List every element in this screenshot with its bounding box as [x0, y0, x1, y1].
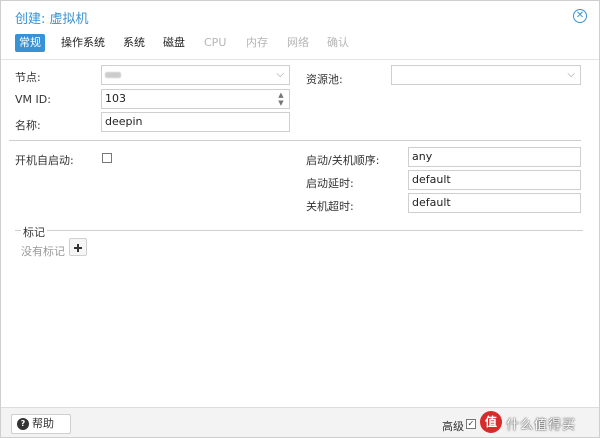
startup-delay-value: default — [412, 173, 451, 186]
tab-cpu[interactable]: CPU — [200, 34, 230, 52]
tab-general[interactable]: 常规 — [15, 34, 45, 52]
help-label: 帮助 — [32, 417, 54, 430]
vmid-field[interactable]: 103 ▲ ▼ — [101, 89, 290, 109]
vmid-label: VM ID: — [15, 93, 51, 106]
tags-empty-text: 没有标记 — [21, 245, 65, 258]
watermark-text: 什么值得买 — [506, 418, 577, 433]
shutdown-timeout-value: default — [412, 196, 451, 209]
shutdown-timeout-field[interactable]: default — [408, 193, 581, 213]
help-button[interactable]: ? 帮助 — [11, 414, 71, 434]
shutdown-timeout-label: 关机超时: — [306, 200, 354, 213]
name-field[interactable]: deepin — [101, 112, 290, 132]
tabs-divider — [1, 59, 599, 60]
pool-select[interactable]: ⌵ — [391, 65, 581, 85]
tab-os[interactable]: 操作系统 — [57, 34, 109, 52]
vmid-value: 103 — [105, 92, 126, 105]
tags-fieldset: 标记 没有标记 — [15, 224, 583, 262]
spinner-icon[interactable]: ▲ ▼ — [277, 91, 285, 107]
advanced-checkbox[interactable]: ✓ — [466, 419, 476, 429]
name-label: 名称: — [15, 119, 41, 132]
watermark-logo: 值 — [480, 411, 502, 433]
tab-confirm[interactable]: 确认 — [323, 34, 353, 52]
node-label: 节点: — [15, 71, 41, 84]
startup-order-field[interactable]: any — [408, 147, 581, 167]
plus-icon[interactable] — [69, 238, 87, 256]
create-vm-dialog: 创建: 虚拟机 ✕ 常规 操作系统 系统 磁盘 CPU 内存 网络 确认 节点:… — [0, 0, 600, 438]
startup-delay-label: 启动延时: — [306, 177, 354, 190]
tab-memory[interactable]: 内存 — [242, 34, 272, 52]
node-value-blurred — [105, 72, 121, 78]
tab-disk[interactable]: 磁盘 — [159, 34, 189, 52]
tab-system[interactable]: 系统 — [119, 34, 149, 52]
question-icon: ? — [17, 418, 29, 430]
watermark: 值 什么值得买 — [480, 409, 598, 437]
onboot-checkbox[interactable] — [102, 153, 112, 163]
advanced-label: 高级 — [442, 420, 464, 433]
tags-legend: 标记 — [21, 224, 47, 240]
close-icon[interactable]: ✕ — [573, 9, 587, 23]
section-divider — [9, 140, 581, 141]
chevron-down-icon: ⌵ — [276, 69, 284, 80]
startup-delay-field[interactable]: default — [408, 170, 581, 190]
name-value: deepin — [105, 115, 143, 128]
onboot-label: 开机自启动: — [15, 154, 74, 167]
startup-order-label: 启动/关机顺序: — [306, 154, 380, 167]
node-select[interactable]: ⌵ — [101, 65, 290, 85]
dialog-title: 创建: 虚拟机 — [15, 12, 89, 27]
startup-order-value: any — [412, 150, 433, 163]
chevron-down-icon: ⌵ — [567, 69, 575, 80]
tab-network[interactable]: 网络 — [283, 34, 313, 52]
pool-label: 资源池: — [306, 73, 343, 86]
dialog-titlebar: 创建: 虚拟机 ✕ — [1, 1, 599, 31]
